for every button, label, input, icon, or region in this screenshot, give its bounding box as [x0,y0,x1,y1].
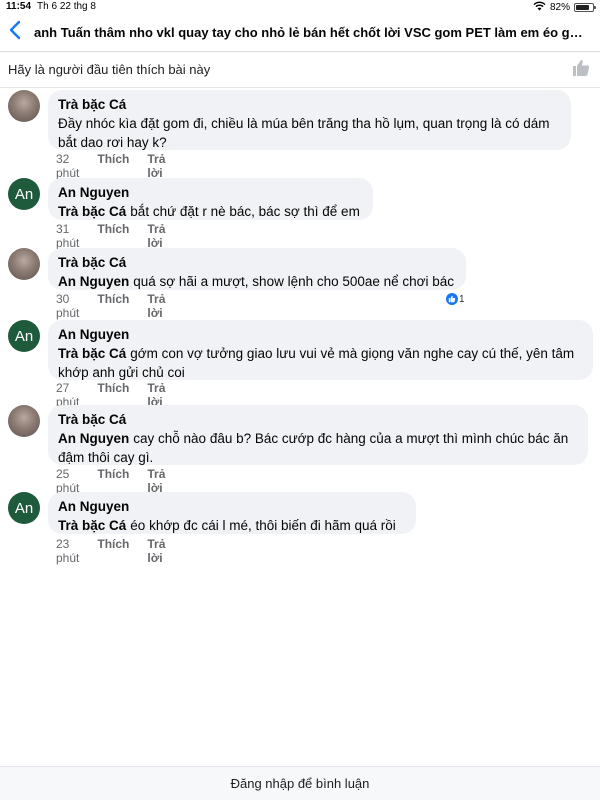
avatar[interactable] [8,248,40,280]
chevron-left-icon [9,20,21,45]
reply-action[interactable]: Trả lời [147,292,165,320]
comment-time: 23 phút [56,537,80,565]
status-bar: 11:54 Th 6 22 thg 8 82% [0,0,600,14]
comment-time: 31 phút [56,222,80,250]
be-first-to-like-text: Hãy là người đầu tiên thích bài này [8,62,211,77]
comment-text: Đầy nhóc kìa đặt gom đi, chiều là múa bê… [58,116,550,150]
comment-bubble: An Nguyen Trà bặc Cá gớm con vợ tưởng gia… [48,320,593,380]
status-date: Th 6 22 thg 8 [37,1,96,12]
comment-mention[interactable]: Trà bặc Cá [58,346,126,361]
wifi-icon [533,1,546,14]
avatar[interactable]: An [8,320,40,352]
comment-mention[interactable]: Trà bặc Cá [58,518,126,533]
comment-actions: 23 phút Thích Trả lời [56,537,165,565]
comment-bubble: Trà bặc Cá An Nguyen cay chỗ nào đâu b? B… [48,405,588,465]
comment-author[interactable]: Trà bặc Cá [58,95,561,114]
comment-time: 32 phút [56,152,80,180]
reply-action[interactable]: Trả lời [147,152,165,180]
comment-text: gớm con vợ tưởng giao lưu vui vẻ mà giọn… [58,346,575,380]
reaction-badge[interactable]: 1 [446,293,465,305]
back-button[interactable] [0,14,30,52]
login-to-comment-label: Đăng nhập để bình luận [230,776,370,791]
comment-mention[interactable]: An Nguyen [58,274,129,289]
comment-text: bắt chứ đặt r nè bác, bác sợ thì để em [130,204,360,219]
like-button[interactable] [570,59,592,81]
comment-text: quá sợ hãi a mượt, show lệnh cho 500ae n… [133,274,455,289]
comment-author[interactable]: Trà bặc Cá [58,410,578,429]
post-title: anh Tuấn thâm nho vkl quay tay cho nhỏ l… [34,25,586,40]
battery-icon [574,3,596,12]
battery-percent: 82% [549,2,570,13]
like-action[interactable]: Thích [97,152,129,180]
avatar[interactable] [8,90,40,122]
like-bar: Hãy là người đầu tiên thích bài này [0,52,600,88]
login-to-comment-button[interactable]: Đăng nhập để bình luận [0,766,600,800]
comment-actions: 25 phút Thích Trả lời [56,467,165,495]
comment-mention[interactable]: Trà bặc Cá [58,204,126,219]
comment-author[interactable]: Trà bặc Cá [58,253,456,272]
reply-action[interactable]: Trả lời [147,537,165,565]
avatar[interactable]: An [8,492,40,524]
comment-author[interactable]: An Nguyen [58,497,406,516]
like-action[interactable]: Thích [97,222,129,250]
comment-author[interactable]: An Nguyen [58,183,363,202]
comment-time: 25 phút [56,467,80,495]
status-time: 11:54 [6,1,32,12]
post-header: anh Tuấn thâm nho vkl quay tay cho nhỏ l… [0,14,600,52]
comment-actions: 31 phút Thích Trả lời [56,222,165,250]
comment-bubble: An Nguyen Trà bặc Cá bắt chứ đặt r nè bác… [48,178,373,220]
comment-bubble: Trà bặc Cá Đầy nhóc kìa đặt gom đi, chiề… [48,90,571,150]
comment-actions: 32 phút Thích Trả lời [56,152,165,180]
reply-action[interactable]: Trả lời [147,467,165,495]
comment-text: cay chỗ nào đâu b? Bác cướp đc hàng của … [58,431,569,465]
comment-mention[interactable]: An Nguyen [58,431,129,446]
comment-actions: 30 phút Thích Trả lời [56,292,165,320]
like-action[interactable]: Thích [97,537,129,565]
comment-bubble: An Nguyen Trà bặc Cá éo khớp đc cái l mé,… [48,492,416,534]
comment-bubble: Trà bặc Cá An Nguyen quá sợ hãi a mượt, s… [48,248,466,290]
like-action[interactable]: Thích [97,467,129,495]
comment-text: éo khớp đc cái l mé, thôi biến đi hãm qu… [130,518,396,533]
thumbs-up-icon [571,58,591,81]
thumbs-up-icon [446,293,458,305]
comment-author[interactable]: An Nguyen [58,325,583,344]
avatar[interactable] [8,405,40,437]
avatar[interactable]: An [8,178,40,210]
like-action[interactable]: Thích [97,292,129,320]
comment-time: 30 phút [56,292,80,320]
reply-action[interactable]: Trả lời [147,222,165,250]
reaction-count: 1 [459,293,465,305]
